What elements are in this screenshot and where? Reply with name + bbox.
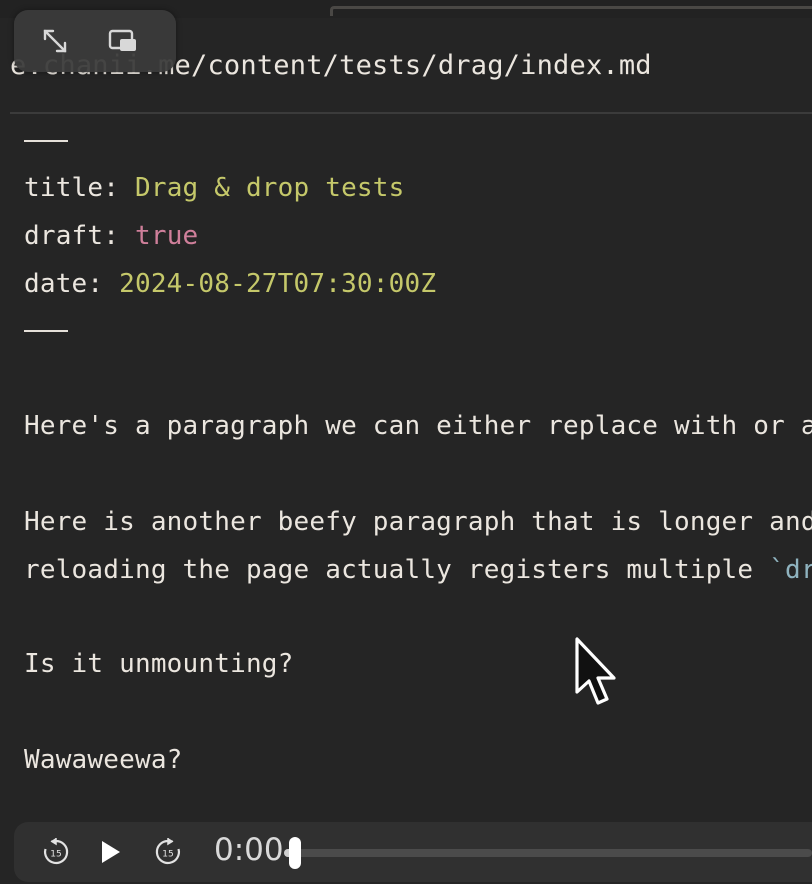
frontmatter-title-line: title: Drag & drop tests bbox=[24, 172, 405, 204]
playback-time: 0:00 bbox=[214, 832, 284, 868]
paragraph-text: reloading the page actually registers mu… bbox=[24, 555, 770, 585]
paragraph-line: Here's a paragraph we can either replace… bbox=[24, 411, 812, 441]
frontmatter-key: date: bbox=[24, 269, 120, 299]
paragraph-line: Here is another beefy paragraph that is … bbox=[24, 507, 812, 537]
rewind-label: 15 bbox=[50, 850, 61, 860]
frontmatter-rule-bottom bbox=[24, 330, 68, 332]
frontmatter-key: draft: bbox=[24, 221, 135, 251]
frontmatter-rule-top bbox=[24, 140, 68, 142]
window-chrome-edge bbox=[330, 6, 812, 16]
picture-in-picture-icon[interactable] bbox=[106, 24, 140, 58]
expand-arrows-icon[interactable] bbox=[38, 24, 72, 58]
frontmatter-value: 2024-08-27T07:30:00Z bbox=[119, 269, 437, 299]
frontmatter-draft-line: draft: true bbox=[24, 220, 198, 252]
scrubber-handle[interactable] bbox=[288, 837, 301, 869]
frontmatter-key: title: bbox=[24, 173, 135, 203]
frontmatter-value: true bbox=[134, 221, 199, 251]
path-divider bbox=[10, 112, 812, 114]
screen-frame: e.chanii.me/content/tests/drag/index.md … bbox=[0, 0, 812, 884]
inline-code: `drag bbox=[769, 555, 812, 585]
rewind-15-icon[interactable]: 15 bbox=[40, 836, 72, 868]
forward-label: 15 bbox=[162, 850, 173, 860]
play-icon[interactable] bbox=[94, 836, 126, 868]
progress-track[interactable] bbox=[284, 837, 812, 869]
video-overlay-controls bbox=[14, 10, 176, 72]
paragraph-line: Wawaweewa? bbox=[24, 745, 183, 775]
frontmatter-value: Drag & drop tests bbox=[134, 173, 405, 203]
paragraph-line: Is it unmounting? bbox=[24, 649, 294, 679]
paragraph-line: reloading the page actually registers mu… bbox=[24, 554, 812, 586]
media-controls-bar: 15 15 0:00 bbox=[14, 822, 812, 882]
frontmatter-date-line: date: 2024-08-27T07:30:00Z bbox=[24, 268, 436, 300]
forward-15-icon[interactable]: 15 bbox=[152, 836, 184, 868]
mouse-cursor-icon bbox=[572, 636, 620, 710]
